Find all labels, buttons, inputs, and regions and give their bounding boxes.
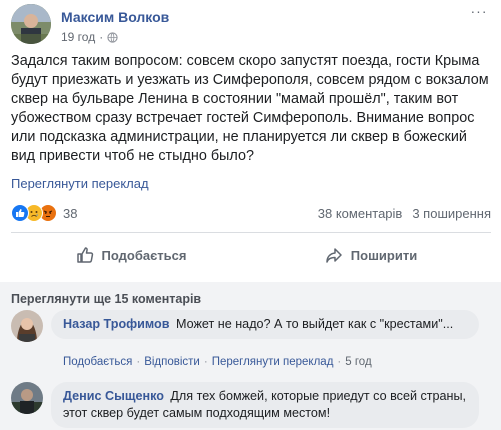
like-button[interactable]: Подобається — [11, 238, 251, 272]
commenter-avatar[interactable] — [11, 310, 43, 342]
comment-bubble: Назар Трофимов Может не надо? А то выйде… — [51, 310, 479, 339]
share-button-label: Поширити — [350, 247, 418, 263]
see-translation-link[interactable]: Переглянути переклад — [11, 176, 149, 191]
commenter-avatar[interactable] — [11, 382, 43, 414]
more-horizontal-icon: ··· — [470, 3, 488, 19]
commenter-name[interactable]: Назар Трофимов — [63, 317, 170, 331]
shares-count-link[interactable]: 3 поширення — [412, 206, 491, 221]
post-header: Максим Волков 19 год · ··· — [11, 4, 491, 46]
like-button-label: Подобається — [101, 247, 187, 263]
reaction-count[interactable]: 38 — [63, 206, 77, 221]
comment-reply-link[interactable]: Відповісти — [144, 356, 200, 368]
divider — [11, 232, 491, 233]
comment-time[interactable]: 5 год — [345, 356, 371, 368]
post-action-bar: Подобається Поширити — [11, 238, 491, 272]
post-stats: 38 коментарів 3 поширення — [318, 206, 491, 221]
comment-text: Может не надо? А то выйдет как с "креста… — [176, 317, 454, 331]
commenter-name[interactable]: Денис Сыщенко — [63, 389, 164, 403]
comments-section: Переглянути ще 15 коментарів Назар Трофи… — [0, 282, 501, 430]
share-button[interactable]: Поширити — [251, 238, 491, 272]
more-options-button[interactable]: ··· — [469, 3, 489, 22]
post-time[interactable]: 19 год — [61, 30, 95, 44]
thumbs-up-icon — [76, 247, 93, 263]
comment-actions: Подобається · Відповісти · Переглянути п… — [63, 356, 372, 368]
post-text: Задался таким вопросом: совсем скоро зап… — [11, 53, 489, 164]
globe-icon — [107, 31, 118, 43]
author-avatar[interactable] — [11, 4, 51, 44]
share-arrow-icon — [326, 248, 342, 263]
comments-count-link[interactable]: 38 коментарів — [318, 206, 403, 221]
view-more-comments-link[interactable]: Переглянути ще 15 коментарів — [11, 292, 201, 306]
comment-bubble: Денис Сыщенко Для тех бомжей, которые пр… — [51, 382, 479, 428]
author-name[interactable]: Максим Волков — [61, 9, 169, 25]
comment-like-link[interactable]: Подобається — [63, 356, 132, 368]
like-reaction-icon — [11, 204, 29, 222]
post-meta: 19 год · — [61, 30, 118, 44]
reactions-summary[interactable]: 38 — [11, 203, 77, 223]
comment-translate-link[interactable]: Переглянути переклад — [212, 356, 334, 368]
